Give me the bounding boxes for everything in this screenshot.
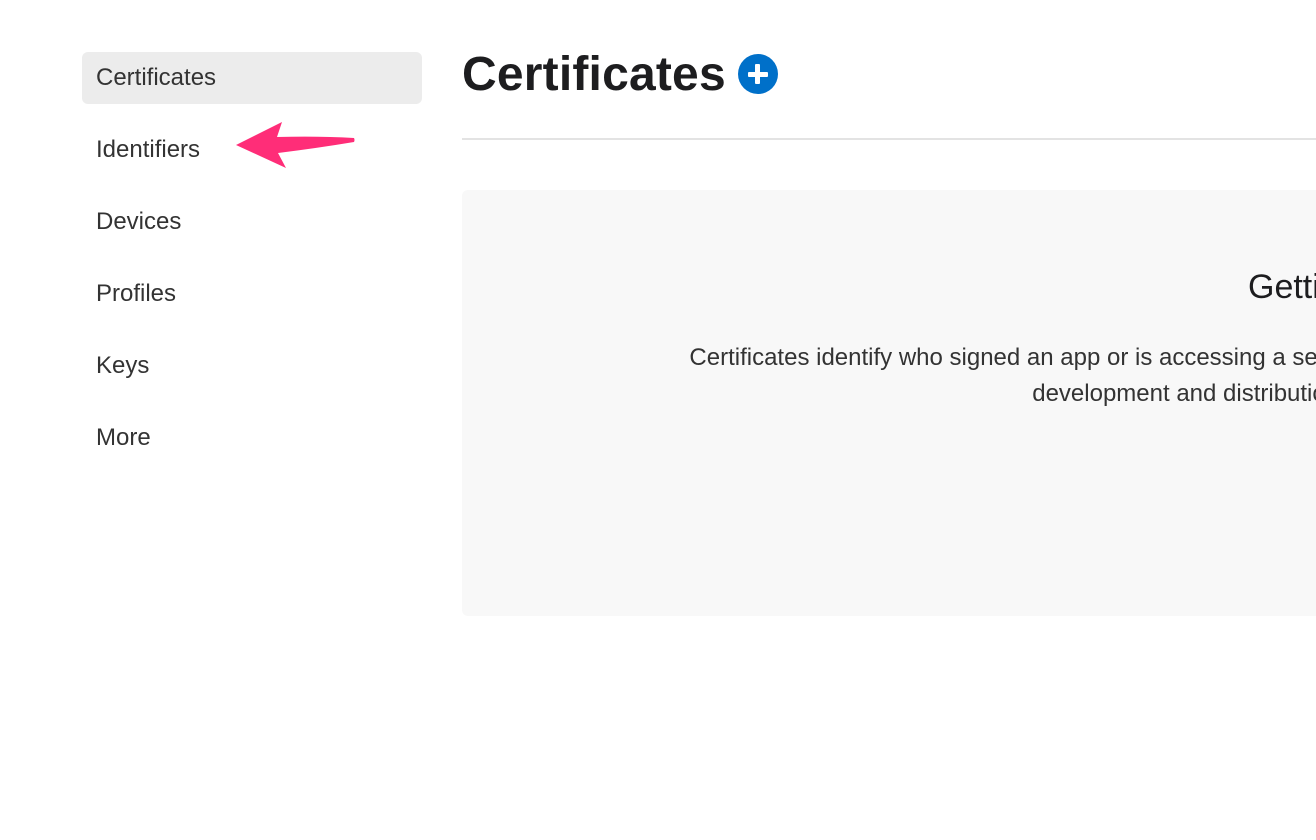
sidebar-item-label: Identifiers: [96, 136, 201, 163]
sidebar-item-devices[interactable]: Devices: [82, 196, 422, 248]
sidebar: Certificates Identifiers Devices Profile…: [82, 52, 422, 484]
sidebar-item-label: Profiles: [96, 280, 177, 307]
page-title: Certificates: [462, 47, 726, 101]
arrow-left-icon: [236, 122, 355, 168]
sidebar-item-label: Certificates: [96, 64, 217, 91]
sidebar-item-certificates[interactable]: Certificates: [82, 52, 422, 104]
sidebar-item-keys[interactable]: Keys: [82, 340, 422, 392]
page-header: Certificates: [462, 42, 778, 106]
sidebar-item-label: More: [96, 424, 151, 451]
sidebar-item-label: Devices: [96, 208, 182, 235]
empty-state-panel: Getting Started with Certificates Certif…: [462, 190, 1316, 616]
sidebar-item-profiles[interactable]: Profiles: [82, 268, 422, 320]
add-certificate-button[interactable]: [737, 54, 778, 94]
empty-state-description: Certificates identify who signed an app …: [689, 344, 1316, 407]
sidebar-item-more[interactable]: More: [82, 412, 422, 464]
empty-state-heading: Getting Started with Certificates: [1248, 268, 1316, 306]
header-divider: [462, 138, 1316, 140]
page: Certificates Identifiers Devices Profile…: [0, 0, 1316, 840]
sidebar-item-label: Keys: [96, 352, 150, 379]
